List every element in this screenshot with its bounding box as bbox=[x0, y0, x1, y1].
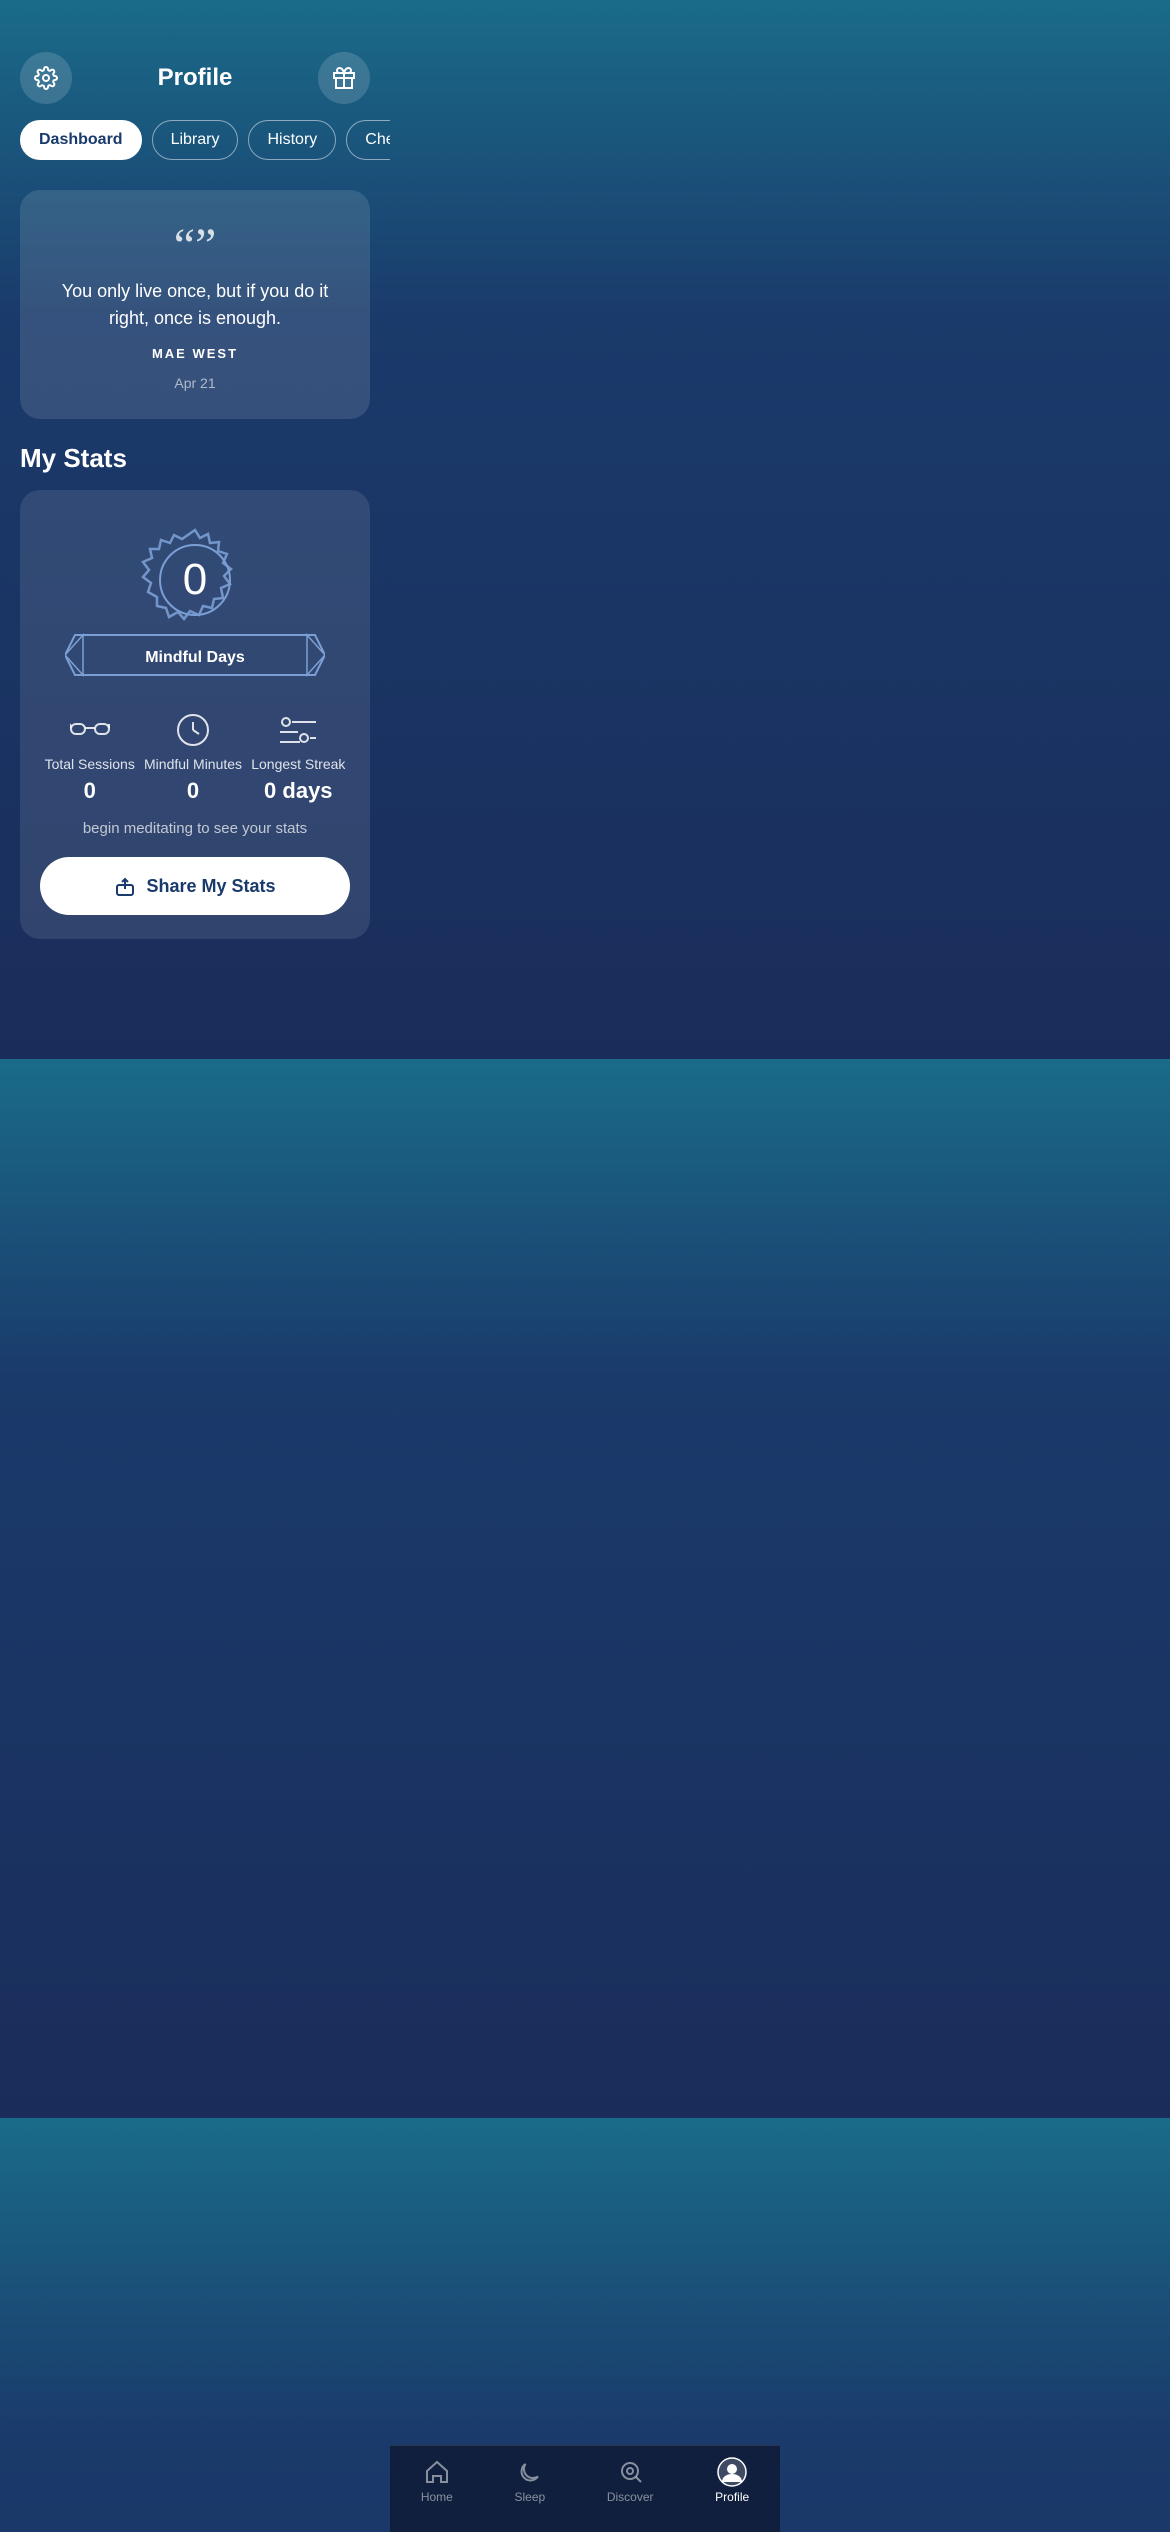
total-sessions-stat: Total Sessions 0 bbox=[45, 710, 135, 804]
mindful-minutes-stat: Mindful Minutes 0 bbox=[144, 710, 242, 804]
mindful-minutes-label: Mindful Minutes bbox=[144, 756, 242, 772]
tab-library[interactable]: Library bbox=[152, 120, 239, 160]
longest-streak-stat: Longest Streak 0 days bbox=[251, 710, 345, 804]
streak-icon bbox=[280, 710, 316, 750]
share-stats-label: Share My Stats bbox=[146, 876, 275, 897]
stats-row: Total Sessions 0 Mindful Minutes 0 bbox=[40, 710, 350, 804]
nav-sleep-label: Sleep bbox=[514, 2490, 545, 2504]
quote-text: You only live once, but if you do it rig… bbox=[48, 278, 342, 332]
svg-text:Mindful Days: Mindful Days bbox=[145, 649, 245, 666]
nav-profile-label: Profile bbox=[715, 2490, 749, 2504]
total-sessions-value: 0 bbox=[84, 778, 96, 804]
tab-dashboard[interactable]: Dashboard bbox=[20, 120, 142, 160]
my-stats-label: My Stats bbox=[0, 443, 390, 490]
page-header: Profile bbox=[0, 44, 390, 120]
quote-date: Apr 21 bbox=[48, 375, 342, 391]
stats-card: 0 Mindful Days bbox=[20, 490, 370, 939]
nav-discover[interactable]: Discover bbox=[607, 2458, 654, 2504]
tab-checkins[interactable]: Check-Ins bbox=[346, 120, 390, 160]
tabs-row: Dashboard Library History Check-Ins bbox=[0, 120, 390, 180]
mindful-minutes-value: 0 bbox=[187, 778, 199, 804]
quote-author: MAE WEST bbox=[48, 346, 342, 361]
glasses-icon bbox=[70, 710, 110, 750]
home-icon bbox=[424, 2458, 450, 2486]
total-sessions-label: Total Sessions bbox=[45, 756, 135, 772]
clock-icon bbox=[175, 710, 211, 750]
mindful-days-badge: 0 Mindful Days bbox=[40, 520, 350, 680]
bottom-nav: Home Sleep Discover Profile bbox=[390, 2445, 780, 2532]
nav-sleep[interactable]: Sleep bbox=[514, 2458, 545, 2504]
badge-circle: 0 bbox=[135, 520, 255, 640]
nav-home[interactable]: Home bbox=[421, 2458, 453, 2504]
begin-hint: begin meditating to see your stats bbox=[40, 820, 350, 837]
share-stats-button[interactable]: Share My Stats bbox=[40, 857, 350, 915]
page-title: Profile bbox=[158, 64, 233, 92]
sleep-icon bbox=[517, 2458, 543, 2486]
profile-icon bbox=[717, 2458, 747, 2486]
tab-history[interactable]: History bbox=[248, 120, 336, 160]
nav-discover-label: Discover bbox=[607, 2490, 654, 2504]
discover-icon bbox=[617, 2458, 643, 2486]
longest-streak-label: Longest Streak bbox=[251, 756, 345, 772]
ribbon: Mindful Days bbox=[65, 630, 325, 680]
nav-home-label: Home bbox=[421, 2490, 453, 2504]
quote-mark-icon: “” bbox=[48, 222, 342, 270]
quote-card: “” You only live once, but if you do it … bbox=[20, 190, 370, 419]
longest-streak-value: 0 days bbox=[264, 778, 333, 804]
share-icon bbox=[114, 875, 136, 897]
nav-profile[interactable]: Profile bbox=[715, 2458, 749, 2504]
mindful-days-value: 0 bbox=[183, 555, 207, 605]
gift-button[interactable] bbox=[318, 52, 370, 104]
settings-button[interactable] bbox=[20, 52, 72, 104]
